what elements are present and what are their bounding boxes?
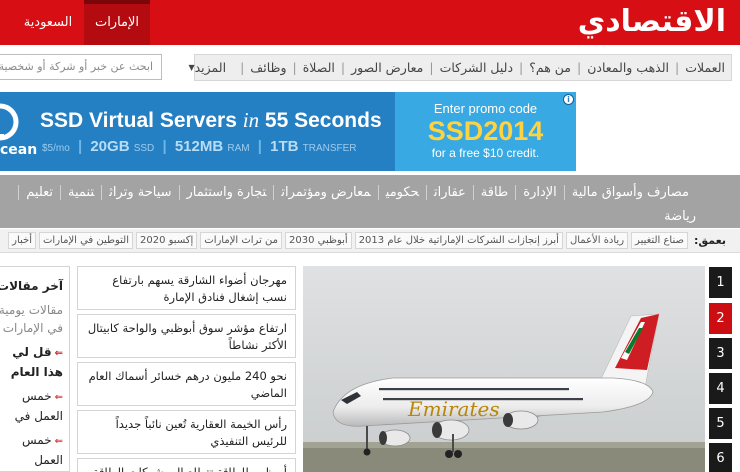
ad-promo-line3: for a free $10 credit.	[431, 146, 540, 160]
ad-spec-ram-unit: RAM	[227, 143, 250, 154]
tab-uae[interactable]: الإمارات	[84, 0, 150, 45]
latest-articles-panel: آخر مقالات مقالات يومية في الإمارات ⇐قل …	[0, 266, 70, 472]
hero-livery-text: Emirates	[407, 397, 500, 421]
category-management[interactable]: الإدارة	[515, 185, 564, 200]
article-link[interactable]: ⇐قل لي هذا العام	[0, 337, 69, 381]
ad-promo-box[interactable]: Enter promo code SSD2014 for a free $10 …	[395, 92, 576, 171]
tag-item[interactable]: إكسبو 2020	[136, 232, 198, 249]
slide-number-6[interactable]: 6	[709, 443, 732, 472]
nav-separator: |	[240, 60, 245, 75]
category-menu: مصارف وأسواق ماليةالإدارةطاقةعقاراتحكومي…	[0, 175, 740, 228]
ad-promo-line1: Enter promo code	[433, 101, 538, 116]
tab-saudi[interactable]: السعودية	[18, 0, 78, 45]
category-trade[interactable]: تجارة واستثمار	[178, 185, 274, 200]
nav-link-galleries[interactable]: معارض الصور	[351, 60, 423, 75]
ad-spec-separator: |	[77, 138, 83, 155]
nav-separator: |	[429, 60, 434, 75]
latest-articles-subtitle: مقالات يومية في الإمارات	[0, 303, 63, 335]
ad-spec-ssd: 20GB	[90, 138, 130, 155]
headline-item[interactable]: أبوظبي للطاقة تتطلع إلى شركات الطاقة	[77, 458, 296, 472]
ad-brand-name: cean	[0, 142, 38, 158]
nav-more-label: المزيد	[194, 60, 227, 75]
tag-item[interactable]: ريادة الأعمال	[565, 232, 629, 249]
nav-separator: |	[519, 60, 524, 75]
nav-link-currencies[interactable]: العملات	[685, 60, 725, 75]
slide-number-2[interactable]: 2	[709, 303, 732, 334]
nav-link-who[interactable]: من هم؟	[529, 60, 571, 75]
airplane-photo: Emirates	[303, 266, 705, 472]
category-realestate[interactable]: عقارات	[425, 185, 473, 200]
nav-more-dropdown[interactable]: المزيد ▼	[185, 60, 226, 75]
ad-spec-separator: |	[162, 138, 167, 155]
nav-link-jobs[interactable]: وظائف	[250, 60, 286, 75]
tag-item[interactable]: أبوظبي 2030	[285, 232, 352, 249]
slide-number-4[interactable]: 4	[709, 373, 732, 404]
utility-nav: العملات | الذهب والمعادن | من هم؟ | دليل ال…	[188, 54, 732, 81]
category-exhibitions[interactable]: معارض ومؤتمرات	[273, 185, 378, 200]
ad-info-icon[interactable]: i	[563, 94, 574, 105]
category-education[interactable]: تعليم	[18, 185, 61, 200]
ad-spec-transfer-unit: TRANSFER	[302, 143, 357, 154]
category-energy[interactable]: طاقة	[472, 185, 516, 200]
ad-promo-code: SSD2014	[427, 116, 544, 146]
ad-spec-separator: |	[257, 138, 262, 155]
category-development[interactable]: تنمية	[60, 185, 102, 200]
ad-spec-ssd-unit: SSD	[133, 143, 155, 154]
slide-number-3[interactable]: 3	[709, 338, 732, 369]
ad-banner[interactable]: cean SSD Virtual Servers in 55 Seconds $…	[0, 92, 576, 171]
ad-headline: SSD Virtual Servers in 55 Seconds	[40, 108, 382, 133]
nav-link-gold[interactable]: الذهب والمعادن	[587, 60, 669, 75]
arrow-left-icon: ⇐	[54, 348, 63, 359]
nav-separator: |	[292, 60, 297, 75]
ad-headline-a: SSD Virtual Servers	[40, 109, 237, 132]
ad-spec-transfer: 1TB	[270, 138, 299, 155]
hero-image[interactable]: Emirates	[303, 266, 705, 472]
caret-down-icon: ▼	[188, 63, 195, 72]
tag-item[interactable]: من تراث الإمارات	[200, 232, 283, 249]
tags-label: بعمق:	[693, 234, 726, 247]
category-government[interactable]: حكومي	[377, 185, 426, 200]
arrow-left-icon: ⇐	[54, 392, 63, 403]
tag-item[interactable]: التوطين في الإمارات	[39, 232, 133, 249]
site-logo[interactable]: الاقتصادي	[578, 2, 727, 42]
ad-specs: $5/mo | 20GB SSD | 512MB RAM | 1TB TRANS…	[42, 138, 357, 155]
category-banking[interactable]: مصارف وأسواق مالية	[563, 185, 696, 200]
ad-price: $5/mo	[42, 143, 70, 154]
headline-item[interactable]: مهرجان أضواء الشارقة يسهم بارتفاع نسب إش…	[77, 266, 296, 310]
category-tourism[interactable]: سياحة وتراث	[101, 185, 179, 200]
in-depth-tags: بعمق: صناع التغيير ريادة الأعمال أبرز إن…	[0, 229, 740, 253]
article-link[interactable]: ⇐خمس العمل في	[0, 381, 69, 425]
top-header-bar: السعودية الإمارات الاقتصادي	[0, 0, 740, 45]
nav-separator: |	[675, 60, 680, 75]
tag-item[interactable]: صناع التغيير	[631, 232, 688, 249]
headline-item[interactable]: رأس الخيمة العقارية تُعين نائباً جديداً …	[77, 410, 296, 454]
article-link[interactable]: ⇐خمس العمل	[0, 425, 69, 469]
headline-item[interactable]: ارتفاع مؤشر سوق أبوظبي والواحة كابيتال ا…	[77, 314, 296, 358]
category-sports[interactable]: رياضة	[664, 209, 696, 224]
latest-articles-title: آخر مقالات	[0, 279, 63, 293]
slide-number-1[interactable]: 1	[709, 267, 732, 298]
headline-item[interactable]: نحو 240 مليون درهم خسائر أسماك العام الم…	[77, 362, 296, 406]
nav-separator: |	[576, 60, 582, 75]
search-input[interactable]: ابحث عن خبر أو شركة أو شخصية	[0, 54, 162, 80]
nav-separator: |	[340, 60, 346, 75]
ad-headline-in: in	[242, 108, 260, 132]
nav-link-directory[interactable]: دليل الشركات	[440, 60, 513, 75]
tag-item[interactable]: أبرز إنجازات الشركات الإماراتية خلال عام…	[354, 232, 563, 249]
nav-link-prayer[interactable]: الصلاة	[303, 60, 335, 75]
slide-number-5[interactable]: 5	[709, 408, 732, 439]
ad-headline-b: 55 Seconds	[264, 109, 382, 132]
tag-item[interactable]: أخبار	[8, 232, 37, 249]
ad-spec-ram: 512MB	[174, 138, 224, 155]
arrow-left-icon: ⇐	[54, 436, 63, 447]
